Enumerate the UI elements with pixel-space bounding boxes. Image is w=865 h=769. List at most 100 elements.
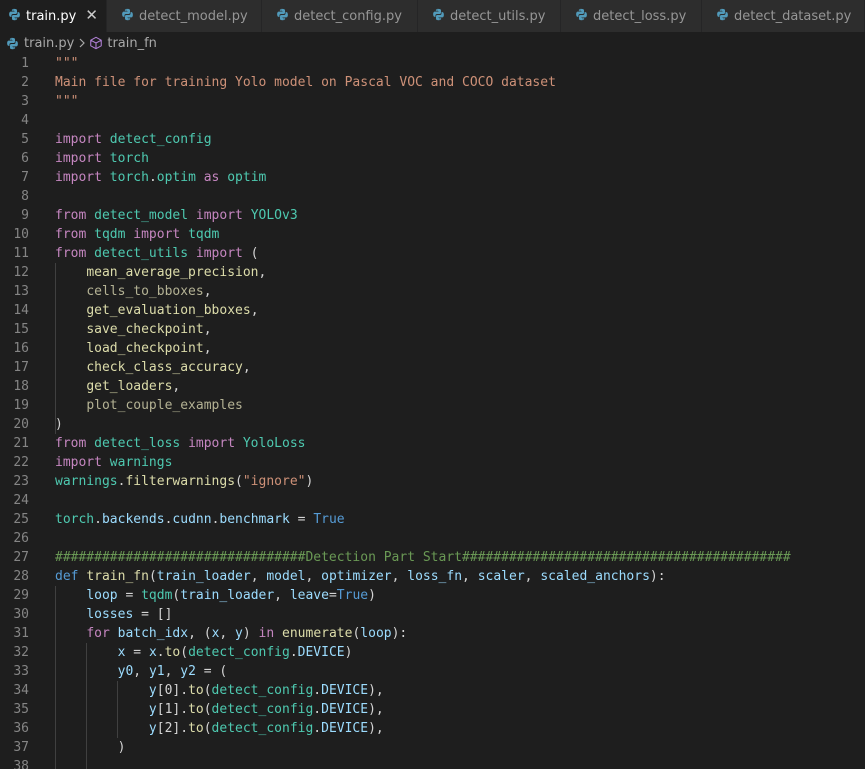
code-line[interactable]: 18 get_loaders, <box>0 377 865 396</box>
code-token: torch <box>109 170 149 185</box>
code-token: loop <box>86 588 118 603</box>
code-line[interactable]: 20) <box>0 415 865 434</box>
code-line[interactable]: 31 for batch_idx, (x, y) in enumerate(lo… <box>0 624 865 643</box>
code-line[interactable]: 22 import warnings <box>0 453 865 472</box>
code-line[interactable]: 30 losses = [] <box>0 605 865 624</box>
code-line[interactable]: 21 from detect_loss import YoloLoss <box>0 434 865 453</box>
code-token: scaler <box>477 569 525 584</box>
code-token: [2]. <box>156 721 189 736</box>
code-token: ( <box>203 721 212 736</box>
code-line[interactable]: 5 import detect_config <box>0 130 865 149</box>
code-token: True <box>336 588 369 603</box>
breadcrumb-file[interactable]: train.py <box>24 36 74 51</box>
code-line[interactable]: 25 torch.backends.cudnn.benchmark = True <box>0 510 865 529</box>
code-token: ), <box>368 702 384 717</box>
close-tab-icon[interactable]: ✕ <box>85 7 98 23</box>
code-line[interactable]: 8 <box>0 187 865 206</box>
code-line[interactable]: 19 plot_couple_examples <box>0 396 865 415</box>
code-text: ################################Detectio… <box>55 548 791 567</box>
line-number: 12 <box>13 265 29 280</box>
code-token: to <box>188 721 204 736</box>
code-token: . <box>148 170 157 185</box>
code-token: , <box>172 379 181 394</box>
tab-label: detect_utils.py <box>450 8 546 24</box>
tab-detect-model[interactable]: detect_model.py <box>107 0 262 32</box>
code-line[interactable]: 15 save_checkpoint, <box>0 320 865 339</box>
code-line[interactable]: 23 warnings.filterwarnings("ignore") <box>0 472 865 491</box>
code-token: """ <box>55 94 79 109</box>
code-line[interactable]: 36 y[2].to(detect_config.DEVICE), <box>0 719 865 738</box>
line-number: 13 <box>13 284 29 299</box>
tab-detect-utils[interactable]: detect_utils.py <box>418 0 561 32</box>
code-line[interactable]: 34 y[0].to(detect_config.DEVICE), <box>0 681 865 700</box>
tab-detect-dataset[interactable]: detect_dataset.py <box>702 0 865 32</box>
code-token: to <box>188 683 204 698</box>
tab-detect-loss[interactable]: detect_loss.py <box>561 0 702 32</box>
code-token: Main file for training Yolo model on Pas… <box>55 75 556 90</box>
code-line[interactable]: 33 y0, y1, y2 = ( <box>0 662 865 681</box>
code-editor[interactable]: 1 """ 2 Main file for training Yolo model o… <box>0 54 865 769</box>
code-line[interactable]: 35 y[1].to(detect_config.DEVICE), <box>0 700 865 719</box>
code-line[interactable]: 12 mean_average_precision, <box>0 263 865 282</box>
tab-detect-config[interactable]: detect_config.py <box>262 0 418 32</box>
code-line[interactable]: 17 check_class_accuracy, <box>0 358 865 377</box>
code-line[interactable]: 10 from tqdm import tqdm <box>0 225 865 244</box>
code-line[interactable]: 7 import torch.optim as optim <box>0 168 865 187</box>
code-token: import <box>195 246 243 261</box>
code-token: """ <box>55 56 79 71</box>
tab-bar: train.py ✕ detect_model.py detect_config.py… <box>0 0 865 32</box>
code-line[interactable]: 11 from detect_utils import ( <box>0 244 865 263</box>
code-line[interactable]: 24 <box>0 491 865 510</box>
code-token: . <box>94 512 102 527</box>
code-line[interactable]: 3 """ <box>0 92 865 111</box>
python-file-icon <box>276 8 289 25</box>
code-token: leave <box>289 588 329 603</box>
tab-label: detect_config.py <box>294 8 402 24</box>
code-token: , ( <box>188 626 212 641</box>
code-line[interactable]: 6 import torch <box>0 149 865 168</box>
code-token: y <box>148 683 157 698</box>
indent-guide <box>86 643 87 769</box>
code-text: losses = [] <box>55 605 172 624</box>
code-token: detect_loss <box>94 436 181 451</box>
code-line[interactable]: 13 cells_to_bboxes, <box>0 282 865 301</box>
code-line[interactable]: 29 loop = tqdm(train_loader, leave=True) <box>0 586 865 605</box>
code-token: filterwarnings <box>125 474 236 489</box>
code-line[interactable]: 32 x = x.to(detect_config.DEVICE) <box>0 643 865 662</box>
code-line[interactable]: 38 <box>0 757 865 769</box>
code-text: from detect_utils import ( <box>55 244 259 263</box>
tab-label: train.py <box>26 8 77 24</box>
code-line[interactable]: 2 Main file for training Yolo model on Pa… <box>0 73 865 92</box>
code-token: ) <box>117 740 126 755</box>
line-number: 27 <box>13 550 29 565</box>
code-text: plot_couple_examples <box>55 396 243 415</box>
code-text: for batch_idx, (x, y) in enumerate(loop)… <box>55 624 407 643</box>
code-token: , <box>391 569 408 584</box>
code-text: check_class_accuracy, <box>55 358 251 377</box>
tab-train[interactable]: train.py ✕ <box>0 0 107 32</box>
code-line[interactable]: 9 from detect_model import YOLOv3 <box>0 206 865 225</box>
code-token: mean_average_precision <box>86 265 259 280</box>
code-line[interactable]: 37 ) <box>0 738 865 757</box>
code-line[interactable]: 1 """ <box>0 54 865 73</box>
code-line[interactable]: 16 load_checkpoint, <box>0 339 865 358</box>
code-line[interactable]: 14 get_evaluation_bboxes, <box>0 301 865 320</box>
code-token: True <box>313 512 345 527</box>
code-text: from detect_loss import YoloLoss <box>55 434 305 453</box>
code-line[interactable]: 27 ################################Detect… <box>0 548 865 567</box>
code-line[interactable]: 26 <box>0 529 865 548</box>
code-line[interactable]: 4 <box>0 111 865 130</box>
code-token: , <box>462 569 478 584</box>
python-file-icon <box>575 8 588 25</box>
code-token: , <box>242 360 251 375</box>
code-token: ( <box>235 474 243 489</box>
code-token: ) <box>344 645 353 660</box>
code-token: detect_config <box>211 683 314 698</box>
breadcrumb-symbol[interactable]: train_fn <box>107 36 157 51</box>
code-line[interactable]: 28 def train_fn(train_loader, model, opti… <box>0 567 865 586</box>
